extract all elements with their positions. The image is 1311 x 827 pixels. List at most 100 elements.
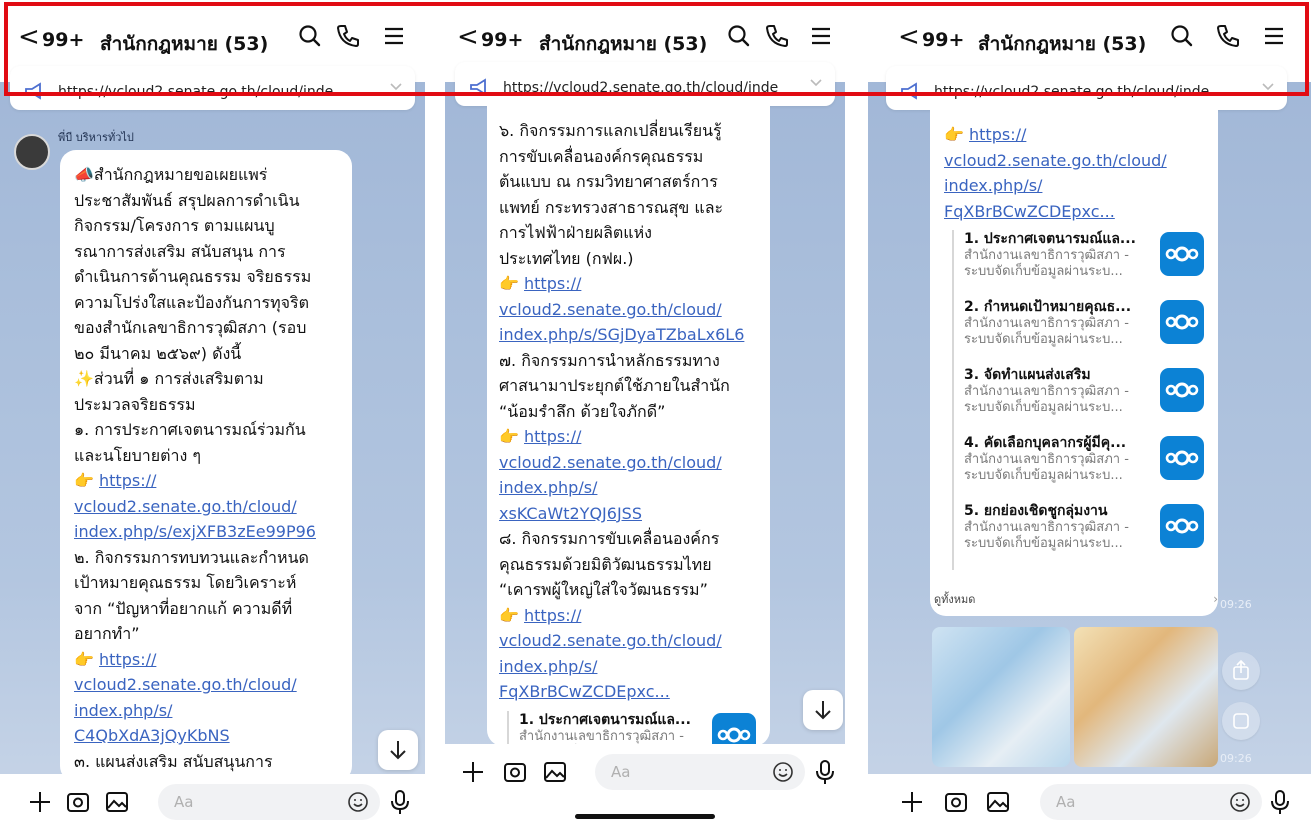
camera-icon[interactable]	[64, 788, 92, 816]
message-link[interactable]: index.php/s/	[74, 698, 340, 724]
message-link-text[interactable]: https://	[99, 471, 156, 490]
image-icon[interactable]	[103, 788, 131, 816]
link-preview-card[interactable]: 1. ประกาศเจตนารมณ์แล... สำนักงานเลขาธิการ…	[952, 230, 1208, 298]
menu-icon[interactable]	[807, 22, 835, 50]
link-preview-card[interactable]: 2. กำหนดเป้าหมายคุณธ... สำนักงานเลขาธิการ…	[952, 298, 1208, 366]
message-link[interactable]: vcloud2.senate.go.th/cloud/	[499, 450, 760, 476]
link-preview-card[interactable]: 3. จัดทำแผนส่งเสริม สำนักงานเลขาธิการวุฒิ…	[952, 366, 1208, 434]
search-icon[interactable]	[1168, 22, 1196, 50]
unread-count[interactable]: 99+	[481, 29, 523, 51]
back-button[interactable]: <	[457, 24, 479, 50]
chat-title[interactable]: สำนักกฎหมาย (53)	[100, 29, 268, 59]
link-preview-card[interactable]: 1. ประกาศเจตนารมณ์แล... สำนักงานเลขาธิการ…	[507, 710, 760, 746]
share-button[interactable]	[1222, 652, 1260, 690]
pointing-hand-icon: 👉	[499, 427, 525, 446]
home-indicator[interactable]	[575, 814, 715, 819]
message-link[interactable]: xsKCaWt2YQJ6JSS	[499, 501, 760, 527]
message-input[interactable]: Aa	[158, 784, 380, 820]
message-link[interactable]: 👉 https://	[499, 603, 760, 629]
message-link-text[interactable]: https://	[99, 650, 156, 669]
emoji-icon[interactable]	[1228, 790, 1252, 814]
chat-title[interactable]: สำนักกฎหมาย (53)	[539, 29, 707, 59]
message-text-line: เป้าหมายคุณธรรม โดยวิเคราะห์	[74, 573, 297, 592]
message-link[interactable]: vcloud2.senate.go.th/cloud/	[74, 672, 340, 698]
message-link-text[interactable]: https://	[969, 125, 1026, 144]
photo-thumbnail[interactable]	[932, 627, 1070, 767]
avatar[interactable]	[14, 134, 50, 170]
search-icon[interactable]	[296, 22, 324, 50]
message-bubble[interactable]: 👉 https://vcloud2.senate.go.th/cloud/ind…	[930, 106, 1218, 616]
message-text-line: จาก “ปัญหาที่อยากแก้ ความดีที่	[74, 598, 293, 618]
nextcloud-icon	[717, 727, 751, 742]
plus-icon[interactable]	[26, 788, 54, 816]
search-icon[interactable]	[725, 22, 753, 50]
album-button[interactable]	[1222, 702, 1260, 740]
menu-icon[interactable]	[380, 22, 408, 50]
microphone-icon[interactable]	[811, 758, 839, 786]
message-link[interactable]: FqXBrBCwZCDEpxc...	[499, 679, 760, 705]
photo-thumbnail[interactable]	[1074, 627, 1218, 767]
message-link[interactable]: vcloud2.senate.go.th/cloud/	[944, 148, 1208, 174]
link-preview-card[interactable]: 4. คัดเลือกบุคลากรผู้มีคุ... สำนักงานเลขา…	[952, 434, 1208, 502]
message-bubble[interactable]: 📣สำนักกฎหมายขอเผยแพร่ ประชาสัมพันธ์ สรุปผ…	[60, 150, 352, 782]
message-link[interactable]: vcloud2.senate.go.th/cloud/	[74, 494, 340, 520]
scroll-down-button[interactable]	[378, 730, 418, 770]
message-link[interactable]: C4QbXdA3jQyKbNS	[74, 723, 340, 749]
message-link[interactable]: 👉 https://	[74, 647, 340, 673]
pinned-announcement[interactable]: https://vcloud2.senate.go.th/cloud/inde.…	[10, 66, 415, 110]
message-link[interactable]: index.php/s/	[499, 654, 760, 680]
message-link[interactable]: vcloud2.senate.go.th/cloud/	[499, 297, 760, 323]
back-button[interactable]: <	[898, 24, 920, 50]
message-link-text[interactable]: https://	[524, 427, 581, 446]
back-button[interactable]: <	[18, 24, 40, 50]
message-link[interactable]: index.php/s/	[499, 475, 760, 501]
pointing-hand-icon: 👉	[944, 125, 970, 144]
scroll-down-button[interactable]	[803, 690, 843, 730]
pinned-announcement[interactable]: https://vcloud2.senate.go.th/cloud/inde.…	[886, 66, 1287, 110]
message-link[interactable]: index.php/s/exjXFB3zEe99P96	[74, 519, 340, 545]
chevron-down-icon[interactable]	[389, 82, 403, 92]
phone-icon[interactable]	[334, 22, 362, 50]
phone-icon[interactable]	[1214, 22, 1242, 50]
message-link[interactable]: 👉 https://	[499, 271, 760, 297]
message-link[interactable]: FqXBrBCwZCDEpxc...	[944, 199, 1208, 225]
message-link[interactable]: index.php/s/SGjDyaTZbaLx6L6	[499, 322, 760, 348]
message-bubble[interactable]: ๖. กิจกรรมการแลกเปลี่ยนเรียนรู้ การขับเคล…	[487, 106, 770, 746]
message-link-text[interactable]: https://	[524, 606, 581, 625]
pinned-announcement[interactable]: https://vcloud2.senate.go.th/cloud/inde	[455, 62, 835, 106]
message-link[interactable]: vcloud2.senate.go.th/cloud/	[499, 628, 760, 654]
megaphone-icon	[901, 82, 917, 100]
menu-icon[interactable]	[1260, 22, 1288, 50]
chevron-down-icon[interactable]	[809, 78, 823, 88]
see-all-link[interactable]: ดูทั้งหมด	[934, 590, 975, 608]
chevron-down-icon[interactable]	[1261, 82, 1275, 92]
camera-icon[interactable]	[942, 788, 970, 816]
message-input[interactable]: Aa	[1040, 784, 1262, 820]
emoji-icon[interactable]	[771, 760, 795, 784]
plus-icon[interactable]	[898, 788, 926, 816]
message-input[interactable]: Aa	[595, 754, 805, 790]
unread-count[interactable]: 99+	[42, 29, 84, 51]
message-link[interactable]: 👉 https://	[944, 122, 1208, 148]
chat-panel-3: < 99+ สำนักกฎหมาย (53) https://vcloud2.s…	[868, 0, 1311, 827]
message-link-text[interactable]: https://	[524, 274, 581, 293]
link-preview-card[interactable]: 5. ยกย่องเชิดชูกลุ่มงาน สำนักงานเลขาธิการ…	[952, 502, 1208, 570]
message-link[interactable]: 👉 https://	[74, 468, 340, 494]
message-link[interactable]: index.php/s/	[944, 173, 1208, 199]
camera-icon[interactable]	[501, 758, 529, 786]
microphone-icon[interactable]	[386, 788, 414, 816]
message-text-line: ✨ส่วนที่ ๑ การส่งเสริมตาม	[74, 369, 264, 388]
plus-icon[interactable]	[459, 758, 487, 786]
see-all-row[interactable]: ดูทั้งหมด ›	[930, 590, 1218, 612]
unread-count[interactable]: 99+	[922, 29, 964, 51]
chat-title[interactable]: สำนักกฎหมาย (53)	[978, 29, 1146, 59]
image-icon[interactable]	[541, 758, 569, 786]
phone-icon[interactable]	[763, 22, 791, 50]
message-text-line: ๗. กิจกรรมการนำหลักธรรมทาง	[499, 350, 720, 370]
link-preview-thumbnail	[1160, 504, 1204, 548]
emoji-icon[interactable]	[346, 790, 370, 814]
microphone-icon[interactable]	[1266, 788, 1294, 816]
image-icon[interactable]	[984, 788, 1012, 816]
share-icon	[1233, 659, 1249, 680]
message-link[interactable]: 👉 https://	[499, 424, 760, 450]
